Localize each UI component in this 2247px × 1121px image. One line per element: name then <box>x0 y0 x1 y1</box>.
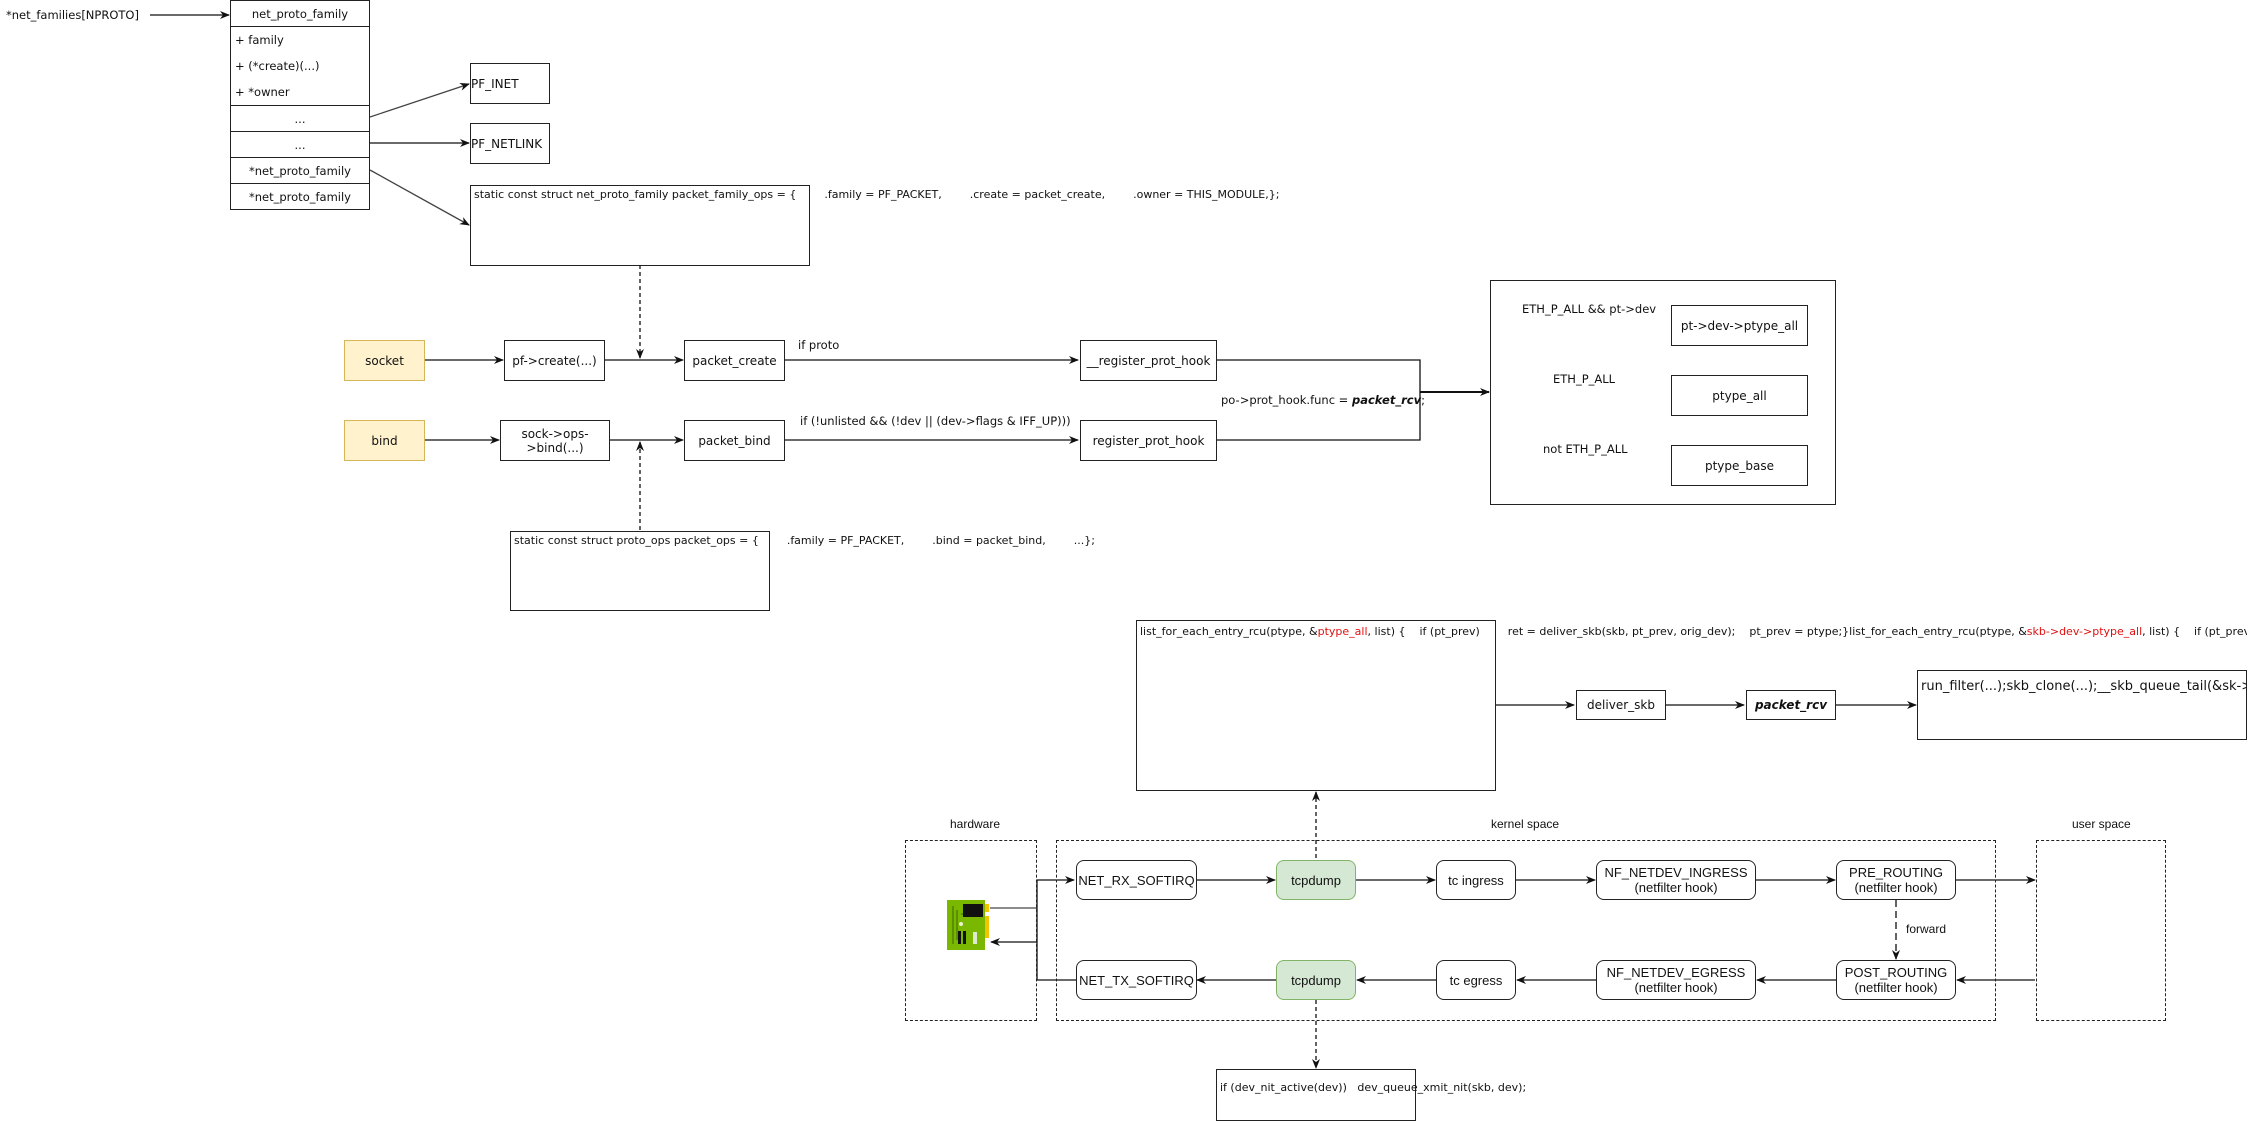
hardware-label: hardware <box>950 817 1001 831</box>
code-line: pt_prev = ptype; <box>1735 625 1843 638</box>
code-line: ... <box>1045 534 1085 547</box>
packet-rcv-box: packet_rcv <box>1746 690 1836 720</box>
if-proto-label: if proto <box>798 338 840 352</box>
ptype-base-box: ptype_base <box>1671 445 1808 486</box>
code-line: .family = PF_PACKET, <box>758 534 905 547</box>
tc-egress-box: tc egress <box>1436 960 1516 1000</box>
struct-field: + family <box>235 33 284 47</box>
dev-queue-xmit-nit-box: if (dev_nit_active(dev)) dev_queue_xmit_… <box>1216 1069 1526 1121</box>
prot-hook-func-prefix: po->prot_hook.func = <box>1221 393 1352 407</box>
prot-hook-func-suffix: ; <box>1421 393 1425 407</box>
tcpdump-tx-box: tcpdump <box>1276 960 1356 1000</box>
pf-inet-box: PF_INET <box>470 63 550 104</box>
packet-ops-box: static const struct proto_ops packet_ops… <box>510 531 1095 611</box>
code-line: }; <box>1268 188 1280 201</box>
deliver-skb-box: deliver_skb <box>1576 690 1666 720</box>
struct-cell: ... <box>231 105 369 131</box>
code-line: list_for_each_entry_rcu(ptype, &ptype_al… <box>1140 625 1405 640</box>
tcpdump-rx-box: tcpdump <box>1276 860 1356 900</box>
code-line: ret = deliver_skb(skb, pt_prev, orig_dev… <box>1479 625 1736 638</box>
code-line: .family = PF_PACKET, <box>796 188 942 201</box>
register-prot-hook-box: register_prot_hook <box>1080 420 1217 461</box>
prot-hook-func-value: packet_rcv <box>1351 393 1422 407</box>
code-line: }; <box>1084 534 1095 547</box>
code-line: skb_clone(...); <box>2006 679 2098 694</box>
struct-cell: ... <box>231 131 369 157</box>
sock-ops-bind-box: sock->ops->bind(...) <box>500 420 610 461</box>
nf-netdev-ingress-box: NF_NETDEV_INGRESS (netfilter hook) <box>1596 860 1756 900</box>
hook-name: POST_ROUTING <box>1844 965 1948 980</box>
struct-cell: *net_proto_family <box>231 183 369 209</box>
highlight-dev-ptype-all: skb->dev->ptype_all <box>2026 625 2143 638</box>
arrow-to-pf-inet <box>369 83 470 118</box>
packet-family-ops-box: static const struct net_proto_family pac… <box>470 185 1279 266</box>
code-line: static const struct proto_ops packet_ops… <box>514 534 759 547</box>
struct-cell: *net_proto_family <box>231 157 369 183</box>
forward-label: forward <box>1906 922 1947 936</box>
ptype-all-box: ptype_all <box>1671 375 1808 416</box>
code-line: if (dev_nit_active(dev)) <box>1220 1081 1347 1094</box>
code-line: .owner = THIS_MODULE, <box>1105 188 1269 201</box>
__register-prot-hook-box: __register_prot_hook <box>1080 340 1217 381</box>
arrow-to-packet-family-ops <box>369 169 470 226</box>
if-unlisted-label: if (!unlisted && (!dev || (dev->flags & … <box>800 414 1071 428</box>
struct-field: + (*create)(...) <box>235 59 320 73</box>
tc-ingress-box: tc ingress <box>1436 860 1516 900</box>
pf-create-box: pf->create(...) <box>504 340 605 381</box>
cond-dev-label: ETH_P_ALL && pt->dev <box>1522 302 1657 316</box>
hook-subtitle: (netfilter hook) <box>1634 880 1718 895</box>
hook-subtitle: (netfilter hook) <box>1634 980 1718 995</box>
packet-bind-box: packet_bind <box>684 420 785 461</box>
code-text: list_for_each_entry_rcu(ptype, & <box>1140 625 1318 638</box>
cond-not-label: not ETH_P_ALL <box>1543 442 1628 456</box>
prot-hook-func-label: po->prot_hook.func = packet_rcv; <box>1221 393 1425 407</box>
packet-create-box: packet_create <box>684 340 785 381</box>
net-proto-family-struct: net_proto_family + family + (*create)(..… <box>230 0 370 210</box>
code-line: list_for_each_entry_rcu(ptype, &skb->dev… <box>1849 625 2180 640</box>
code-line: .create = packet_create, <box>941 188 1106 201</box>
code-text: , list) { <box>2142 625 2181 638</box>
net-families-label: *net_families[NPROTO] <box>6 8 139 22</box>
hook-name: NF_NETDEV_INGRESS <box>1604 865 1748 880</box>
socket-syscall-box: socket <box>344 340 425 381</box>
hook-name: NF_NETDEV_EGRESS <box>1606 965 1746 980</box>
hook-name: PRE_ROUTING <box>1849 865 1943 880</box>
packet-rcv-result-box: run_filter(...); skb_clone(...); __skb_q… <box>1917 670 2247 740</box>
code-text: list_for_each_entry_rcu(ptype, & <box>1849 625 2027 638</box>
pre-routing-box: PRE_ROUTING (netfilter hook) <box>1836 860 1956 900</box>
code-line: if (pt_prev) <box>2180 625 2247 638</box>
struct-title: net_proto_family <box>231 1 369 27</box>
hook-subtitle: (netfilter hook) <box>1854 980 1938 995</box>
cond-all-label: ETH_P_ALL <box>1553 372 1616 386</box>
code-line: static const struct net_proto_family pac… <box>474 188 797 201</box>
code-line: __skb_queue_tail(&sk->sk_receive_queue, … <box>2097 679 2247 694</box>
code-line: } <box>1842 625 1850 638</box>
struct-field: + *owner <box>235 85 290 99</box>
post-routing-box: POST_ROUTING (netfilter hook) <box>1836 960 1956 1000</box>
user-space-label: user space <box>2072 817 2131 831</box>
dev-ptype-all-box: pt->dev->ptype_all <box>1671 305 1808 346</box>
hook-subtitle: (netfilter hook) <box>1854 880 1938 895</box>
nf-netdev-egress-box: NF_NETDEV_EGRESS (netfilter hook) <box>1596 960 1756 1000</box>
kernel-space-label: kernel space <box>1491 817 1560 831</box>
user-space-region <box>2036 840 2166 1021</box>
highlight-ptype-all: ptype_all <box>1317 625 1368 638</box>
code-line: if (pt_prev) <box>1405 625 1480 638</box>
net-rx-softirq-box: NET_RX_SOFTIRQ <box>1076 860 1197 900</box>
code-text: , list) { <box>1367 625 1406 638</box>
rx-deliver-code-box: list_for_each_entry_rcu(ptype, &ptype_al… <box>1136 620 2247 791</box>
code-line: .bind = packet_bind, <box>904 534 1046 547</box>
bind-syscall-box: bind <box>344 420 425 461</box>
code-line: run_filter(...); <box>1921 679 2007 694</box>
net-tx-softirq-box: NET_TX_SOFTIRQ <box>1076 960 1197 1000</box>
network-card-icon <box>947 900 989 950</box>
pf-netlink-box: PF_NETLINK <box>470 123 550 164</box>
code-line: dev_queue_xmit_nit(skb, dev); <box>1346 1081 1527 1094</box>
